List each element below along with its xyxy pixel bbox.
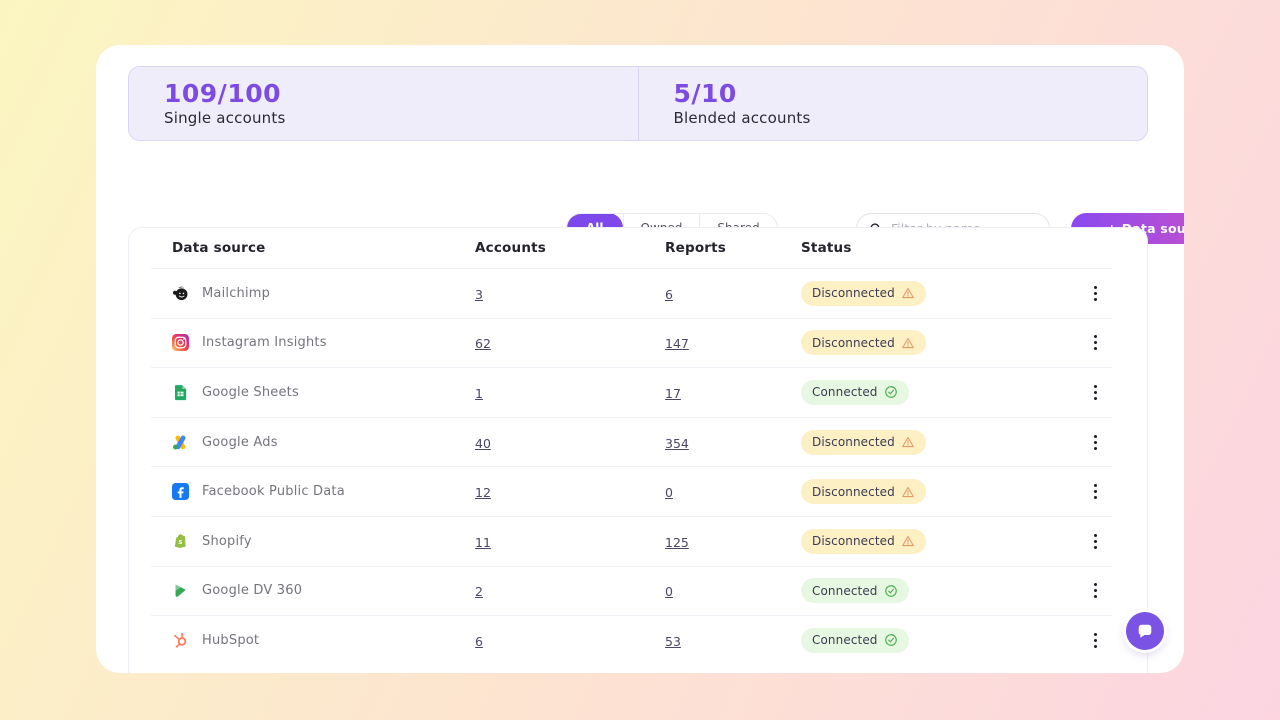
hubspot-icon [172, 632, 189, 649]
row-menu-button[interactable] [1087, 578, 1104, 603]
status-label: Disconnected [812, 534, 895, 548]
data-source-name: Google DV 360 [202, 583, 302, 598]
reports-link[interactable]: 354 [665, 436, 689, 451]
data-source-cell: Facebook Public Data [172, 483, 475, 500]
svg-text:S: S [178, 540, 182, 546]
table-row: Google DV 360 2 0 Connected [129, 567, 1147, 616]
data-source-name: Google Sheets [202, 385, 299, 400]
row-menu-button[interactable] [1087, 330, 1104, 355]
data-source-name: Mailchimp [202, 286, 270, 301]
reports-link[interactable]: 17 [665, 386, 681, 401]
status-badge: Connected [801, 628, 909, 653]
reports-link[interactable]: 6 [665, 287, 673, 302]
row-menu-button[interactable] [1087, 281, 1104, 306]
header-reports: Reports [665, 240, 801, 256]
status-label: Disconnected [812, 336, 895, 350]
status-label: Disconnected [812, 286, 895, 300]
google-ads-icon [172, 434, 189, 451]
table-header-row: Data source Accounts Reports Status [129, 228, 1147, 268]
blended-accounts-label: Blended accounts [674, 109, 1148, 127]
status-badge: Disconnected [801, 281, 926, 306]
data-source-name: Instagram Insights [202, 335, 327, 350]
data-source-cell: Google Sheets [172, 384, 475, 401]
status-badge: Disconnected [801, 330, 926, 355]
accounts-link[interactable]: 12 [475, 485, 491, 500]
check-circle-icon [884, 385, 898, 399]
check-circle-icon [884, 584, 898, 598]
main-card: 109/100 Single accounts 5/10 Blended acc… [96, 45, 1184, 673]
data-source-cell: Google DV 360 [172, 582, 475, 599]
data-source-cell: S Shopify [172, 533, 475, 550]
warning-icon [901, 485, 915, 499]
status-badge: Disconnected [801, 430, 926, 455]
google-dv360-icon [172, 582, 189, 599]
reports-link[interactable]: 53 [665, 634, 681, 649]
data-source-name: Facebook Public Data [202, 484, 345, 499]
chat-launcher-button[interactable] [1126, 612, 1164, 650]
reports-link[interactable]: 147 [665, 336, 689, 351]
table-row: S Shopify 11 125 Disconnected [129, 517, 1147, 566]
accounts-link[interactable]: 40 [475, 436, 491, 451]
accounts-link[interactable]: 6 [475, 634, 483, 649]
accounts-link[interactable]: 62 [475, 336, 491, 351]
single-accounts-value: 109/100 [164, 79, 638, 108]
status-label: Disconnected [812, 485, 895, 499]
warning-icon [901, 435, 915, 449]
accounts-link[interactable]: 3 [475, 287, 483, 302]
table-row: Facebook Public Data 12 0 Disconnected [129, 467, 1147, 516]
single-accounts-label: Single accounts [164, 109, 638, 127]
header-data-source: Data source [172, 240, 475, 256]
data-source-cell: Google Ads [172, 434, 475, 451]
row-menu-button[interactable] [1087, 529, 1104, 554]
data-source-cell: Mailchimp [172, 285, 475, 302]
reports-link[interactable]: 0 [665, 485, 673, 500]
table-row: Google Sheets 1 17 Connected [129, 368, 1147, 417]
table-body: Mailchimp 3 6 Disconnected Instagram Ins… [129, 269, 1147, 665]
row-menu-button[interactable] [1087, 479, 1104, 504]
status-label: Connected [812, 633, 878, 647]
reports-link[interactable]: 0 [665, 584, 673, 599]
shopify-icon: S [172, 533, 189, 550]
header-accounts: Accounts [475, 240, 665, 256]
status-badge: Disconnected [801, 479, 926, 504]
data-source-name: Google Ads [202, 435, 278, 450]
table-row: Mailchimp 3 6 Disconnected [129, 269, 1147, 318]
data-source-name: Shopify [202, 534, 252, 549]
table-row: HubSpot 6 53 Connected [129, 616, 1147, 665]
data-source-cell: HubSpot [172, 632, 475, 649]
chat-bubble-icon [1136, 622, 1154, 640]
warning-icon [901, 286, 915, 300]
page-background: 109/100 Single accounts 5/10 Blended acc… [0, 0, 1280, 720]
warning-icon [901, 534, 915, 548]
status-badge: Disconnected [801, 529, 926, 554]
status-label: Disconnected [812, 435, 895, 449]
blended-accounts-value: 5/10 [674, 79, 1148, 108]
single-accounts-stat: 109/100 Single accounts [129, 67, 638, 140]
google-sheets-icon [172, 384, 189, 401]
status-label: Connected [812, 584, 878, 598]
check-circle-icon [884, 633, 898, 647]
table-row: Google Ads 40 354 Disconnected [129, 418, 1147, 467]
data-source-cell: Instagram Insights [172, 334, 475, 351]
table-row: Instagram Insights 62 147 Disconnected [129, 319, 1147, 368]
instagram-icon [172, 334, 189, 351]
status-badge: Connected [801, 578, 909, 603]
data-source-name: HubSpot [202, 633, 259, 648]
row-menu-button[interactable] [1087, 628, 1104, 653]
data-sources-table: Data source Accounts Reports Status Mail… [128, 227, 1148, 673]
mailchimp-icon [172, 285, 189, 302]
facebook-icon [172, 483, 189, 500]
blended-accounts-stat: 5/10 Blended accounts [638, 67, 1148, 140]
accounts-usage-bar: 109/100 Single accounts 5/10 Blended acc… [128, 66, 1148, 141]
row-menu-button[interactable] [1087, 430, 1104, 455]
status-label: Connected [812, 385, 878, 399]
accounts-link[interactable]: 2 [475, 584, 483, 599]
header-status: Status [801, 240, 1067, 256]
accounts-link[interactable]: 1 [475, 386, 483, 401]
status-badge: Connected [801, 380, 909, 405]
reports-link[interactable]: 125 [665, 535, 689, 550]
accounts-link[interactable]: 11 [475, 535, 491, 550]
row-menu-button[interactable] [1087, 380, 1104, 405]
warning-icon [901, 336, 915, 350]
